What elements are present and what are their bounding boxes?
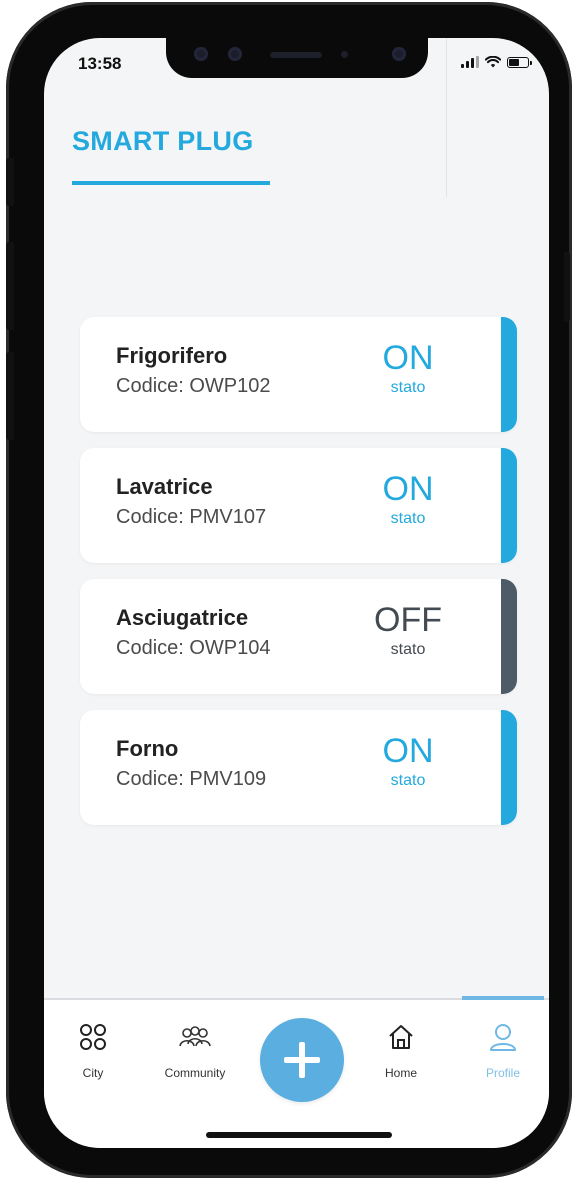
device-name: Frigorifero [116,343,228,368]
nav-item-city[interactable]: City [48,1016,138,1096]
device-state[interactable]: OFF [368,601,448,639]
profile-icon [490,1024,516,1051]
title-underline [72,181,270,185]
device-card[interactable]: Asciugatrice Codice: OWP104 OFF stato [80,579,517,694]
app-screen: 13:58 SMART PLUG Frigorifero Codice: OWP… [44,38,549,1148]
device-code: Codice: PMV107 [116,506,267,528]
device-state[interactable]: ON [368,339,448,377]
signal-icon [461,56,479,68]
device-state-label: stato [390,772,426,789]
nav-label: City [82,1066,104,1080]
home-icon [389,1025,413,1049]
silent-switch [6,158,14,206]
nav-label: Profile [485,1066,520,1080]
device-state-label: stato [390,379,426,396]
page-title: SMART PLUG [72,126,254,156]
device-name: Asciugatrice [116,605,249,630]
bottom-nav: City Community Home Profile [44,996,549,1148]
device-status-bar [501,579,517,694]
device-state-label: stato [390,510,426,527]
device-card[interactable]: Frigorifero Codice: OWP102 ON stato [80,317,517,432]
add-button[interactable] [260,1018,344,1102]
device-card[interactable]: Lavatrice Codice: PMV107 ON stato [80,448,517,563]
nav-label: Community [164,1066,226,1080]
nav-item-profile[interactable]: Profile [458,1016,548,1096]
device-state[interactable]: ON [368,470,448,508]
device-status-bar [501,317,517,432]
community-icon [179,1026,211,1047]
nav-active-indicator [462,996,544,1000]
device-status-bar [501,710,517,825]
device-card[interactable]: Forno Codice: PMV109 ON stato [80,710,517,825]
wifi-icon [485,56,501,68]
home-indicator[interactable] [206,1132,392,1138]
device-status-bar [501,448,517,563]
power-button [564,252,570,322]
volume-down-button [6,352,14,440]
nav-item-community[interactable]: Community [150,1016,240,1096]
device-state-label: stato [390,641,426,658]
device-state[interactable]: ON [368,732,448,770]
city-grid-icon [80,1024,106,1050]
device-code: Codice: OWP104 [116,637,271,659]
device-code: Codice: OWP102 [116,375,271,397]
volume-up-button [6,242,14,330]
phone-frame: 13:58 SMART PLUG Frigorifero Codice: OWP… [6,2,572,1178]
device-code: Codice: PMV109 [116,768,267,790]
nav-label: Home [384,1066,417,1080]
page-header: SMART PLUG [44,38,447,197]
device-name: Lavatrice [116,474,213,499]
nav-item-home[interactable]: Home [356,1016,446,1096]
status-icons [461,56,532,68]
device-name: Forno [116,736,179,761]
battery-icon [507,57,532,68]
